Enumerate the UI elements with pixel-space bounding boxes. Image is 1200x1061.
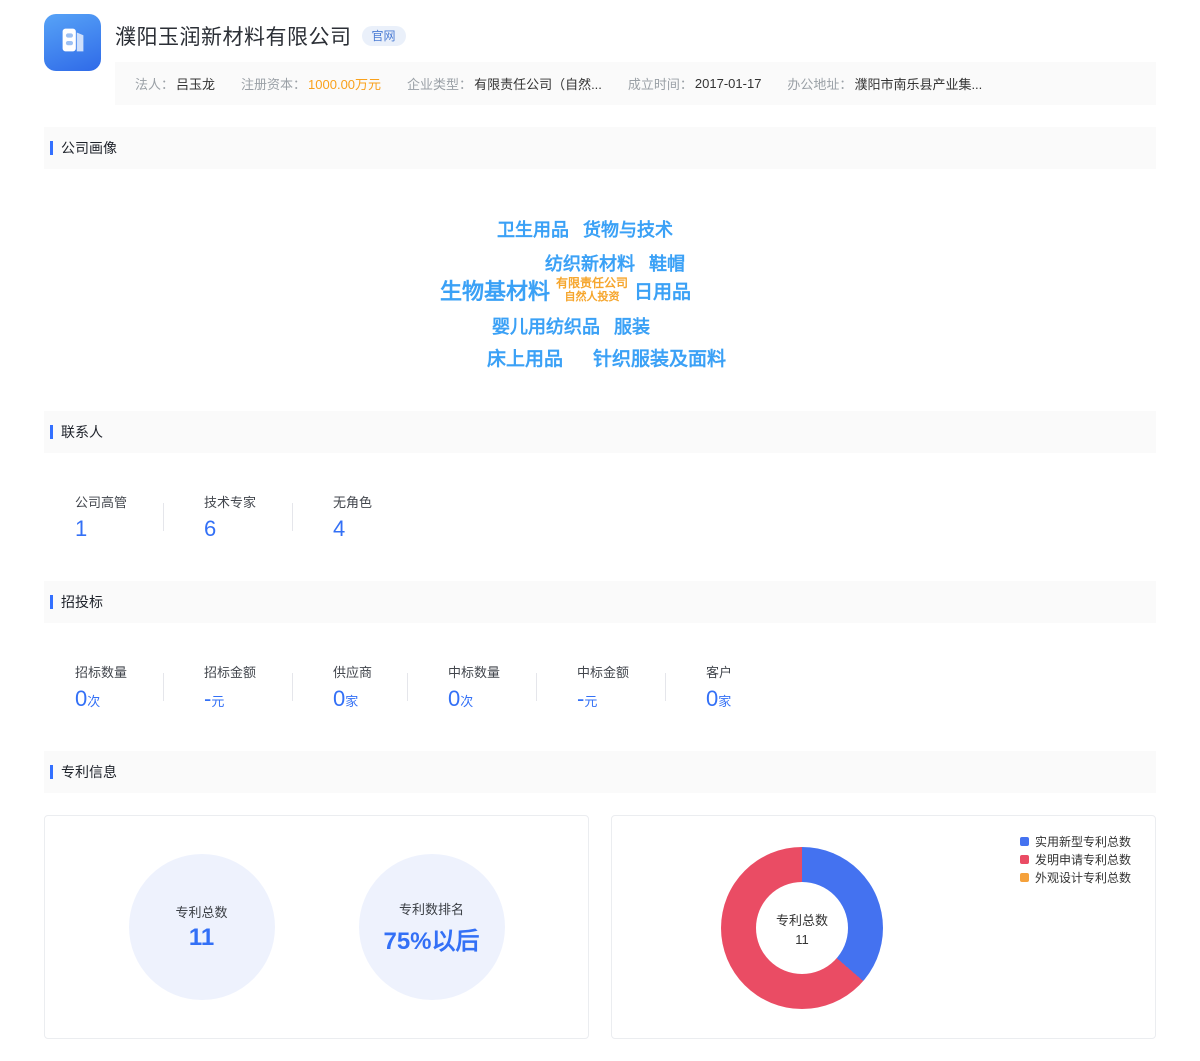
divider bbox=[292, 503, 293, 531]
divider bbox=[292, 673, 293, 701]
word-cloud-word: 卫生用品 bbox=[497, 216, 569, 242]
stat-unit: 次 bbox=[460, 694, 473, 709]
word-cloud-line: 纺织新材料 鞋帽 bbox=[545, 250, 685, 276]
stat-win-amount: 中标金额 -元 bbox=[577, 662, 665, 712]
legend-swatch bbox=[1020, 837, 1029, 846]
bidding-stats: 招标数量 0次 招标金额 -元 供应商 0家 中标数量 0次 中标金额 -元 客… bbox=[75, 662, 794, 712]
stat-unit: 家 bbox=[718, 694, 731, 709]
section-bar bbox=[50, 595, 53, 609]
stat-tender-amount: 招标金额 -元 bbox=[204, 662, 292, 712]
legend-item-invention[interactable]: 发明申请专利总数 bbox=[1020, 853, 1131, 866]
word-cloud-line: 生物基材料 有限责任公司 自然人投资 日用品 bbox=[440, 274, 691, 306]
stat-unit: 次 bbox=[87, 694, 100, 709]
divider bbox=[407, 673, 408, 701]
stat-customers: 客户 0家 bbox=[706, 662, 794, 712]
word-cloud-word: 货物与技术 bbox=[583, 216, 673, 242]
stat-value: 0 bbox=[333, 686, 345, 711]
info-registered-capital: 注册资本： 1000.00万元 bbox=[241, 74, 381, 93]
patent-chart-card: 专利总数 11 实用新型专利总数 发明申请专利总数 外观设计专利总数 bbox=[611, 815, 1156, 1039]
legend-item-design[interactable]: 外观设计专利总数 bbox=[1020, 871, 1131, 884]
donut-center: 专利总数 11 bbox=[756, 882, 848, 974]
divider bbox=[163, 503, 164, 531]
stat-unit: 元 bbox=[211, 694, 224, 709]
company-name: 濮阳玉润新材料有限公司 bbox=[115, 21, 352, 51]
info-founding-date: 成立时间： 2017-01-17 bbox=[628, 74, 762, 93]
legend-item-utility[interactable]: 实用新型专利总数 bbox=[1020, 835, 1131, 848]
word-cloud-word: 有限责任公司 bbox=[556, 276, 628, 291]
word-cloud-word: 婴儿用纺织品 bbox=[492, 313, 600, 339]
stat-no-role: 无角色 4 bbox=[333, 492, 421, 542]
word-cloud-word: 服装 bbox=[614, 313, 650, 339]
stat-suppliers: 供应商 0家 bbox=[333, 662, 407, 712]
info-legal-person: 法人： 吕玉龙 bbox=[135, 74, 215, 93]
word-cloud-word: 纺织新材料 bbox=[545, 250, 635, 276]
stat-value: 0 bbox=[75, 686, 87, 711]
patent-total-circle: 专利总数 11 bbox=[129, 854, 275, 1000]
stat-value: 0 bbox=[448, 686, 460, 711]
chart-legend: 实用新型专利总数 发明申请专利总数 外观设计专利总数 bbox=[1020, 835, 1131, 884]
section-header-contacts: 联系人 bbox=[44, 411, 1156, 453]
company-logo bbox=[44, 14, 101, 71]
company-info-bar: 法人： 吕玉龙 注册资本： 1000.00万元 企业类型： 有限责任公司（自然.… bbox=[115, 62, 1156, 105]
company-title-row: 濮阳玉润新材料有限公司 官网 bbox=[115, 21, 406, 51]
contacts-stats: 公司高管 1 技术专家 6 无角色 4 bbox=[75, 492, 421, 542]
stat-executives: 公司高管 1 bbox=[75, 492, 163, 542]
word-cloud-word: 生物基材料 bbox=[440, 274, 550, 306]
word-cloud-line: 卫生用品 货物与技术 bbox=[497, 216, 673, 242]
section-bar bbox=[50, 141, 53, 155]
word-cloud-word: 床上用品 bbox=[487, 344, 563, 371]
legend-swatch bbox=[1020, 855, 1029, 864]
section-bar bbox=[50, 425, 53, 439]
building-icon bbox=[56, 23, 90, 62]
divider bbox=[163, 673, 164, 701]
stat-tech-experts: 技术专家 6 bbox=[204, 492, 292, 542]
section-bar bbox=[50, 765, 53, 779]
divider bbox=[665, 673, 666, 701]
word-cloud-word: 日用品 bbox=[634, 277, 691, 304]
stat-tender-count: 招标数量 0次 bbox=[75, 662, 163, 712]
patent-donut-chart: 专利总数 11 bbox=[721, 847, 883, 1009]
word-cloud-word: 鞋帽 bbox=[649, 250, 685, 276]
company-profile-page: 濮阳玉润新材料有限公司 官网 法人： 吕玉龙 注册资本： 1000.00万元 企… bbox=[0, 0, 1200, 1061]
legend-swatch bbox=[1020, 873, 1029, 882]
divider bbox=[536, 673, 537, 701]
stat-unit: 家 bbox=[345, 694, 358, 709]
word-cloud-line: 床上用品 针织服装及面料 bbox=[487, 344, 726, 371]
stat-value: 6 bbox=[204, 516, 216, 541]
word-cloud-line: 婴儿用纺织品 服装 bbox=[492, 313, 650, 339]
official-site-badge[interactable]: 官网 bbox=[362, 26, 406, 46]
section-header-portrait: 公司画像 bbox=[44, 127, 1156, 169]
stat-value: 1 bbox=[75, 516, 87, 541]
patent-rank-circle: 专利数排名 75%以后 bbox=[359, 854, 505, 1000]
section-header-bidding: 招投标 bbox=[44, 581, 1156, 623]
patent-summary-card: 专利总数 11 专利数排名 75%以后 bbox=[44, 815, 589, 1039]
section-header-patents: 专利信息 bbox=[44, 751, 1156, 793]
word-cloud-small-words: 有限责任公司 自然人投资 bbox=[556, 276, 628, 305]
stat-value: 4 bbox=[333, 516, 345, 541]
word-cloud-word: 自然人投资 bbox=[565, 291, 620, 305]
stat-value: 0 bbox=[706, 686, 718, 711]
stat-unit: 元 bbox=[584, 694, 597, 709]
info-office-address: 办公地址： 濮阳市南乐县产业集... bbox=[787, 74, 982, 93]
stat-win-count: 中标数量 0次 bbox=[448, 662, 536, 712]
info-company-type: 企业类型： 有限责任公司（自然... bbox=[407, 74, 602, 93]
word-cloud-word: 针织服装及面料 bbox=[593, 344, 726, 371]
